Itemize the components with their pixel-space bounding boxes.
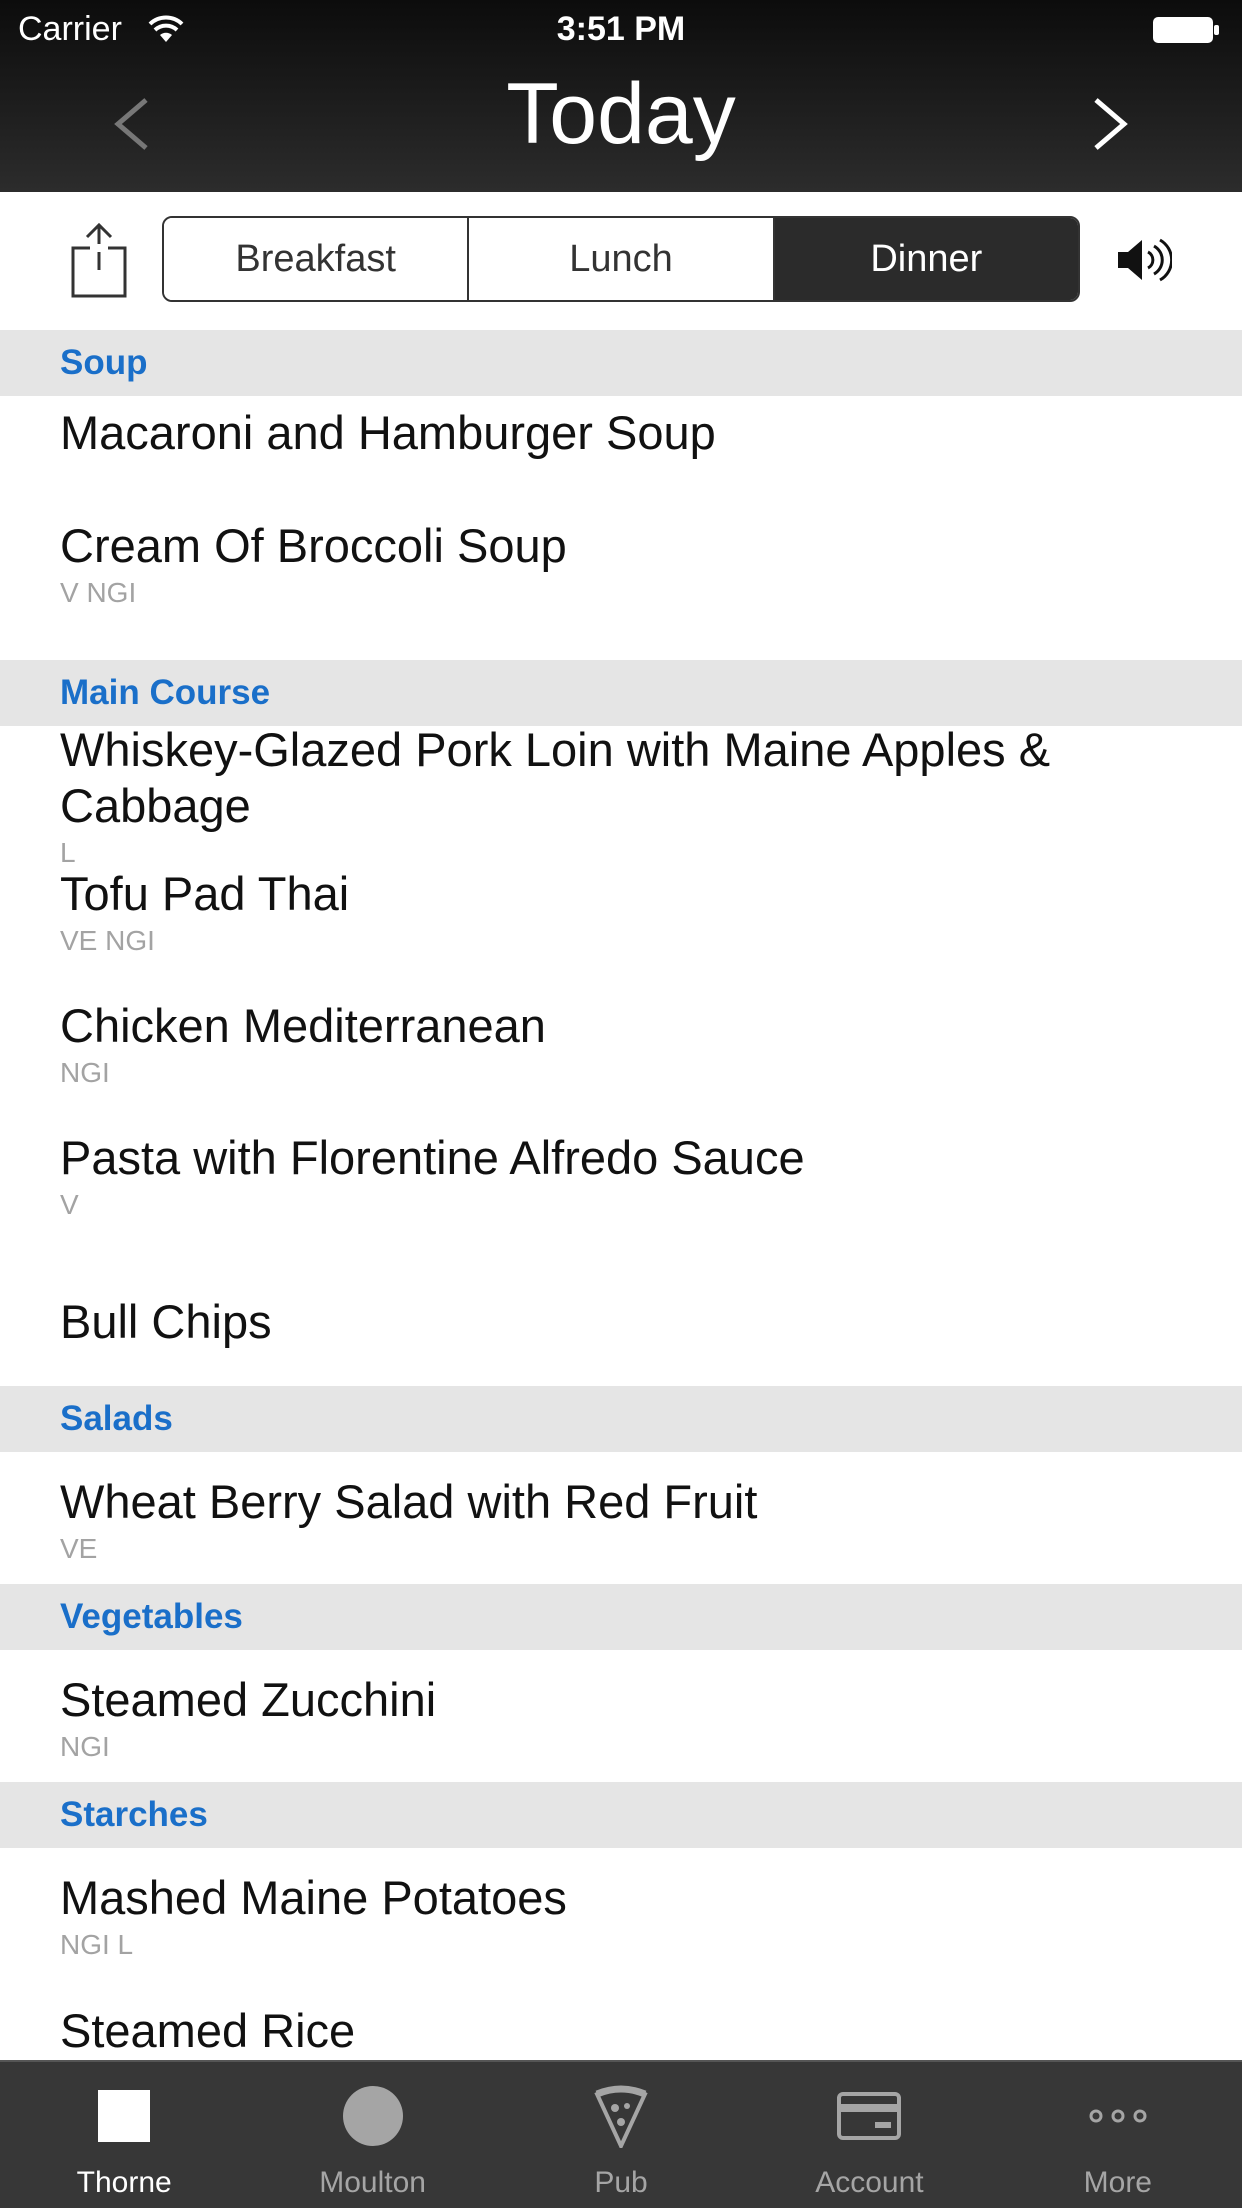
menu-item-tags: NGI L	[60, 1929, 134, 1960]
menu-item[interactable]: Steamed RiceNGI	[60, 2003, 1180, 2060]
menu-item-tags: NGI	[60, 1731, 110, 1762]
tab-bar: Thorne Moulton Pub Account More	[0, 2060, 1242, 2208]
tab-moulton[interactable]: Moulton	[248, 2062, 496, 2208]
menu-item-tags: L	[60, 837, 76, 868]
menu-item-name: Steamed Rice	[60, 2004, 356, 2057]
next-day-chevron-icon[interactable]	[1088, 96, 1132, 152]
meal-option-lunch[interactable]: Lunch	[469, 218, 775, 300]
menu-item-name: Steamed Zucchini	[60, 1673, 437, 1726]
share-icon[interactable]	[70, 222, 128, 298]
tab-label: More	[1083, 2166, 1152, 2199]
section-header: Starches	[0, 1782, 1242, 1848]
menu-item[interactable]: Chicken Mediterranean NGI	[60, 998, 1180, 1090]
menu-item[interactable]: Wheat Berry Salad with Red Fruit VE	[60, 1474, 1180, 1566]
card-icon	[837, 2092, 902, 2140]
meal-option-dinner[interactable]: Dinner	[774, 218, 1078, 300]
tab-label: Pub	[594, 2166, 648, 2199]
menu-item-name: Chicken Mediterranean	[60, 999, 546, 1052]
pizza-icon	[594, 2085, 648, 2148]
tab-label: Account	[815, 2166, 924, 2199]
section-header: Salads	[0, 1386, 1242, 1452]
menu-item-name: Mashed Maine Potatoes	[60, 1871, 567, 1924]
circle-icon	[342, 2086, 403, 2146]
menu-item[interactable]: Mashed Maine Potatoes NGI L	[60, 1870, 1180, 1962]
menu-item-name: Cream Of Broccoli Soup	[60, 519, 567, 572]
meal-segmented-control: Breakfast Lunch Dinner	[162, 216, 1080, 302]
menu-item-tags: VE	[60, 1533, 98, 1564]
tab-label: Thorne	[76, 2166, 172, 2199]
menu-item[interactable]: Macaroni and Hamburger Soup	[60, 405, 1180, 461]
menu-item-name: Pasta with Florentine Alfredo Sauce	[60, 1131, 805, 1184]
menu-item[interactable]: Whiskey-Glazed Pork Loin with Maine Appl…	[60, 722, 1180, 870]
menu-item-tags: NGI	[60, 1057, 110, 1088]
menu-item-name: Bull Chips	[60, 1295, 272, 1348]
menu-item[interactable]: Steamed Zucchini NGI	[60, 1672, 1180, 1764]
square-icon	[98, 2090, 151, 2142]
page-title: Today	[506, 66, 736, 162]
menu-item[interactable]: Cream Of Broccoli Soup V NGI	[60, 518, 1180, 610]
menu-item-tags: V	[60, 1189, 79, 1220]
status-time: 3:51 PM	[556, 10, 686, 48]
speaker-icon[interactable]	[1116, 236, 1172, 284]
tab-pub[interactable]: Pub	[497, 2062, 745, 2208]
menu-item-tags: VE NGI	[60, 925, 155, 956]
menu-item-tags: V NGI	[60, 577, 137, 608]
tab-account[interactable]: Account	[745, 2062, 993, 2208]
menu-item[interactable]: Tofu Pad Thai VE NGI	[60, 866, 1180, 958]
tab-label: Moulton	[319, 2166, 426, 2199]
tab-more[interactable]: More	[994, 2062, 1242, 2208]
menu-item-name: Tofu Pad Thai	[60, 867, 350, 920]
top-header: Carrier 3:51 PM Today	[0, 0, 1242, 192]
more-icon	[1089, 2109, 1147, 2123]
status-bar: Carrier 3:51 PM	[0, 0, 1242, 60]
menu-item-name: Wheat Berry Salad with Red Fruit	[60, 1475, 758, 1528]
menu-item[interactable]: Bull Chips	[60, 1294, 1180, 1350]
menu-item-name: Whiskey-Glazed Pork Loin with Maine Appl…	[60, 723, 1051, 832]
menu-item[interactable]: Pasta with Florentine Alfredo Sauce V	[60, 1130, 1180, 1222]
tab-thorne[interactable]: Thorne	[0, 2062, 248, 2208]
meal-toolbar: Breakfast Lunch Dinner	[0, 192, 1242, 330]
section-header: Main Course	[0, 660, 1242, 726]
menu-list[interactable]: Soup Macaroni and Hamburger Soup Cream Of …	[0, 330, 1242, 2060]
battery-icon	[1153, 17, 1219, 43]
section-header: Vegetables	[0, 1584, 1242, 1650]
meal-option-breakfast[interactable]: Breakfast	[164, 218, 470, 300]
menu-item-name: Macaroni and Hamburger Soup	[60, 406, 716, 459]
section-header: Soup	[0, 330, 1242, 396]
